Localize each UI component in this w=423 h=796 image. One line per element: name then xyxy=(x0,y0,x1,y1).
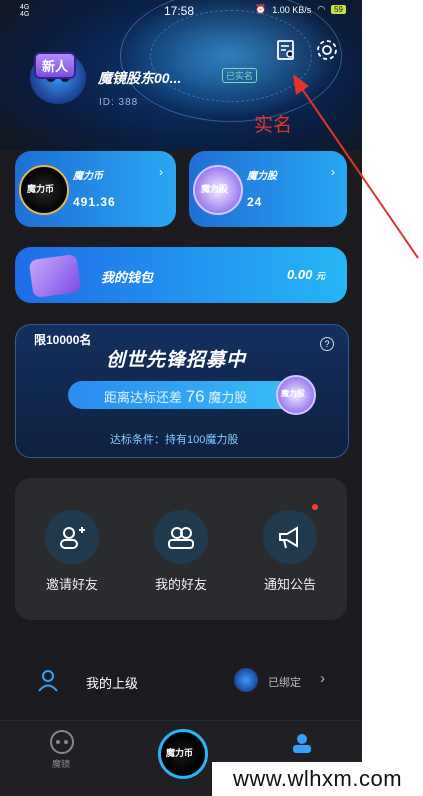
watermark: www.wlhxm.com xyxy=(212,762,423,796)
annotation-arrow xyxy=(293,74,419,259)
